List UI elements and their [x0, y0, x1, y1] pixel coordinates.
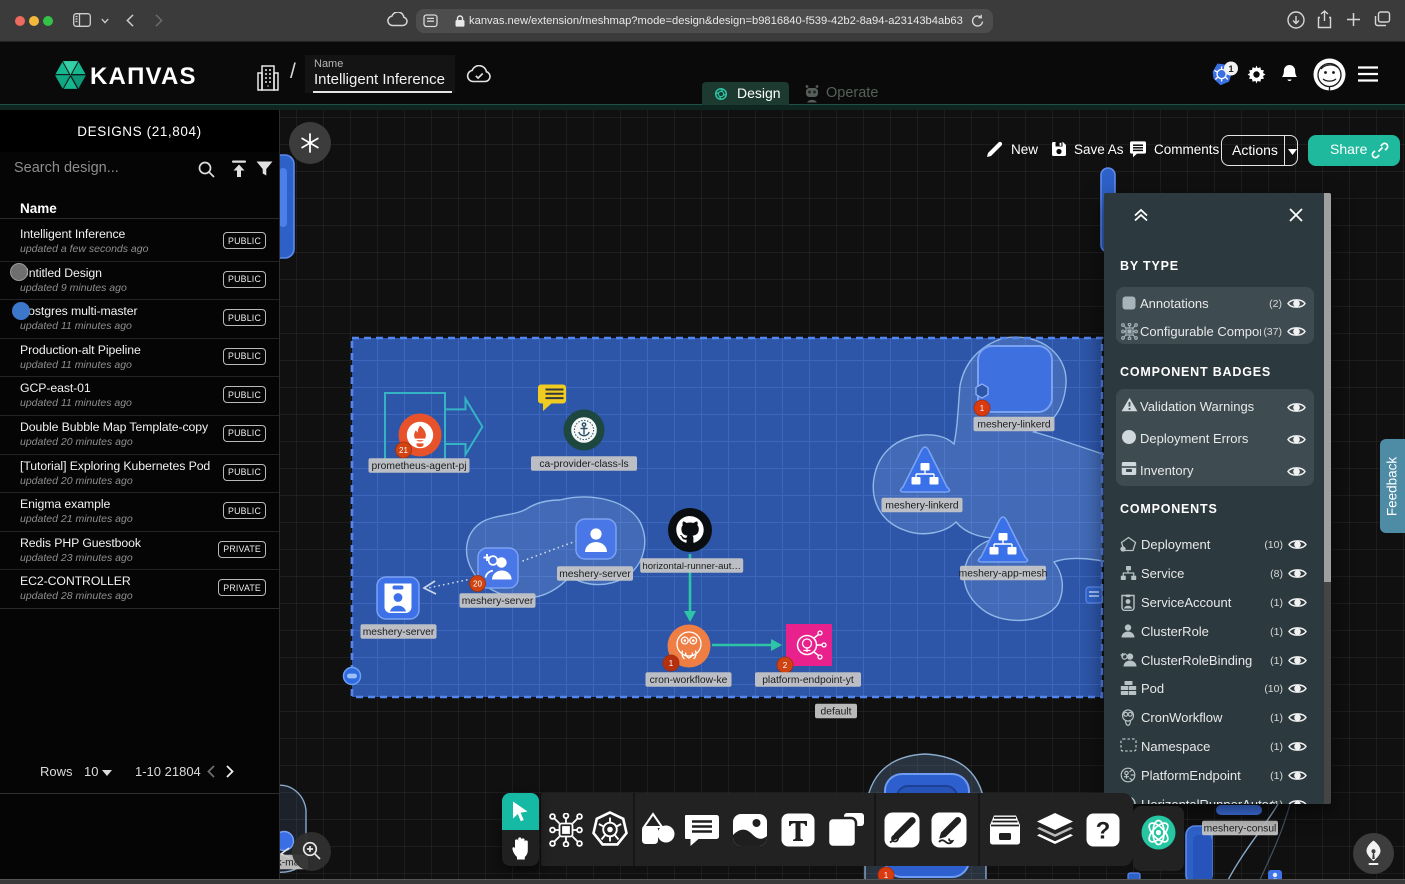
- svg-text:2: 2: [783, 661, 788, 670]
- svg-text:1: 1: [1228, 64, 1234, 75]
- svg-text:20: 20: [473, 579, 482, 588]
- svg-text:meshery-app-mesh: meshery-app-mesh: [959, 569, 1048, 580]
- svg-text:cron-workflow-ke: cron-workflow-ke: [650, 675, 728, 686]
- svg-text:?: ?: [1096, 818, 1111, 845]
- svg-text:default: default: [821, 707, 852, 718]
- svg-text:ca-provider-class-ls: ca-provider-class-ls: [539, 459, 628, 470]
- svg-text:meshery-linkerd: meshery-linkerd: [885, 501, 959, 512]
- svg-text:meshery-consul: meshery-consul: [1204, 824, 1277, 835]
- svg-text:meshery-linkerd: meshery-linkerd: [977, 420, 1051, 431]
- svg-text:prometheus-agent-pj: prometheus-agent-pj: [371, 461, 466, 472]
- svg-text:platform-endpoint-yt: platform-endpoint-yt: [762, 675, 854, 686]
- svg-text:meshery-server: meshery-server: [462, 596, 534, 607]
- svg-text:meshery-server: meshery-server: [363, 627, 435, 638]
- svg-text:meshery-server: meshery-server: [559, 569, 631, 580]
- svg-text:1: 1: [669, 659, 674, 668]
- svg-text:1: 1: [980, 404, 985, 413]
- svg-text:horizontal-runner-aut…: horizontal-runner-aut…: [642, 561, 741, 572]
- svg-text:21: 21: [399, 446, 408, 455]
